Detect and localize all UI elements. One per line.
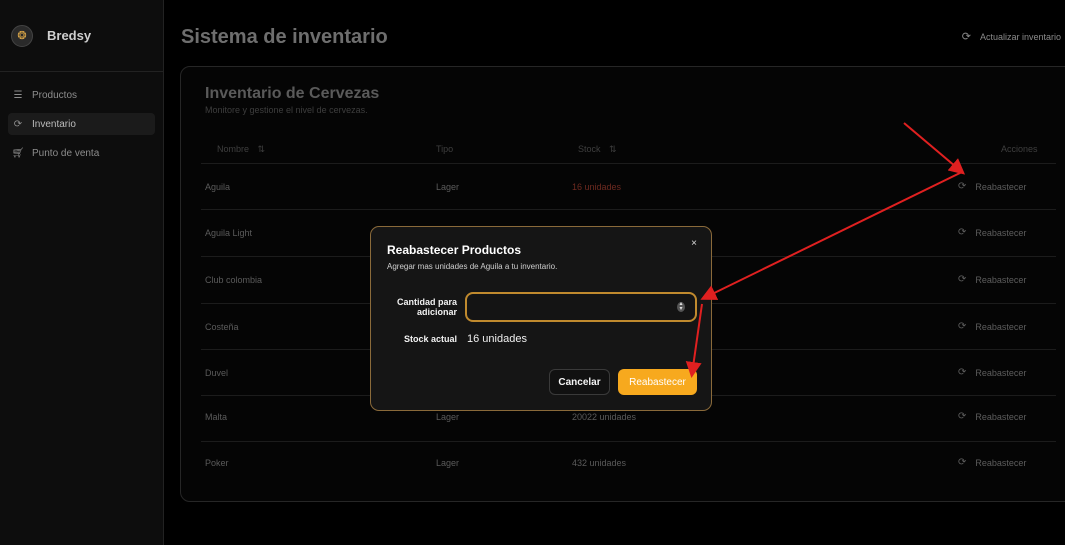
annotation-arrow — [903, 122, 966, 175]
annotation-arrow — [685, 303, 703, 378]
annotation-arrows — [685, 122, 966, 378]
annotation-arrow — [700, 171, 963, 300]
